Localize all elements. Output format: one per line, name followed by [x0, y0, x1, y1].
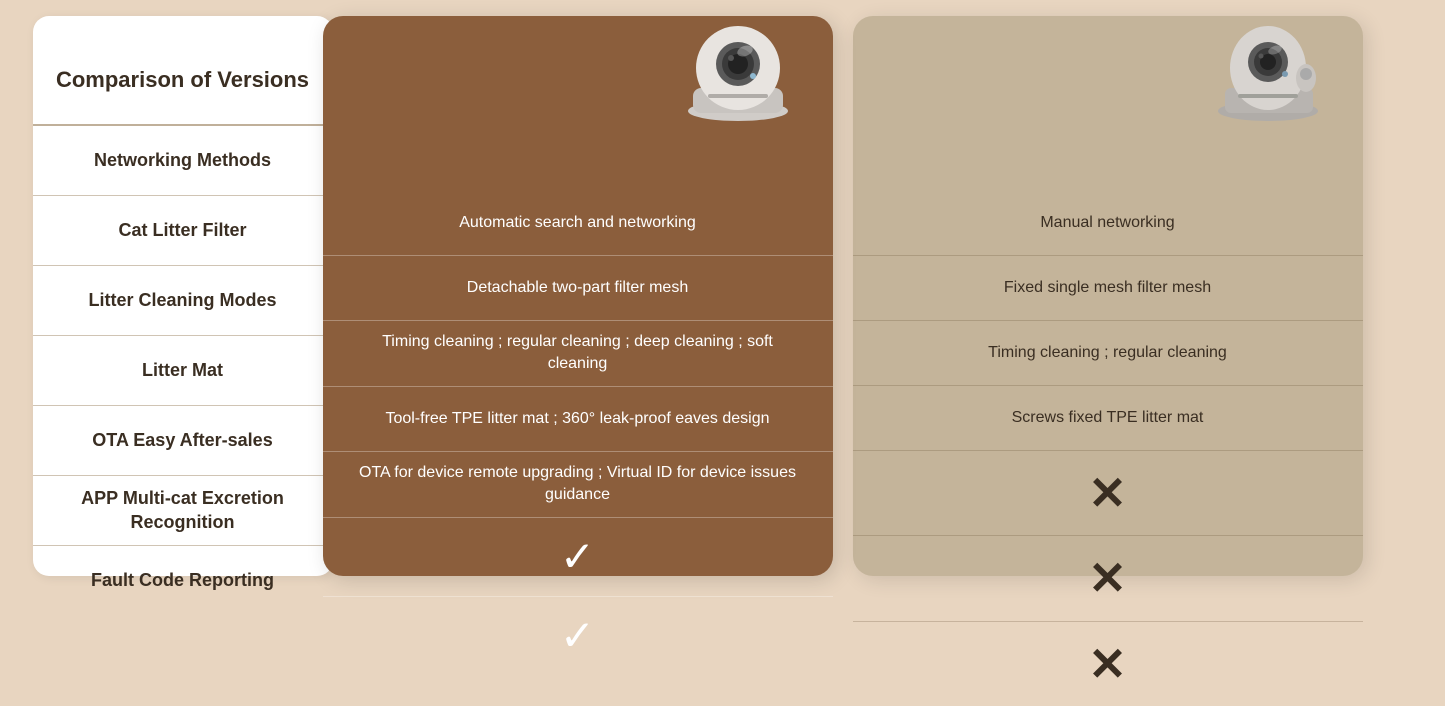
sidebar-item-4: Litter Mat: [33, 336, 333, 406]
sidebar: Comparison of VersionsNetworking Methods…: [33, 16, 333, 576]
sidebar-item-3: Litter Cleaning Modes: [33, 266, 333, 336]
tipro-row-3: Screws fixed TPE litter mat: [853, 386, 1363, 451]
tipro-row-2: Timing cleaning ; regular cleaning: [853, 321, 1363, 386]
tiplus-row-0: Automatic search and networking: [323, 191, 833, 256]
tipro-column: Manual networkingFixed single mesh filte…: [853, 16, 1363, 576]
check-icon: ✓: [560, 607, 595, 666]
tiplus-rows: Automatic search and networkingDetachabl…: [323, 191, 833, 676]
cross-icon: ✕: [1088, 461, 1127, 525]
cross-icon: ✕: [1088, 632, 1127, 696]
tiplus-row-6: ✓: [323, 597, 833, 676]
check-icon: ✓: [560, 528, 595, 587]
tiplus-header: [323, 16, 833, 191]
tiplus-column: Automatic search and networkingDetachabl…: [323, 16, 833, 576]
cross-icon: ✕: [1088, 546, 1127, 610]
sidebar-title: Comparison of Versions: [33, 36, 333, 126]
comparison-table: Comparison of VersionsNetworking Methods…: [33, 16, 1413, 576]
tipro-row-6: ✕: [853, 622, 1363, 706]
tiplus-row-4: OTA for device remote upgrading ; Virtua…: [323, 452, 833, 518]
tipro-rows: Manual networkingFixed single mesh filte…: [853, 191, 1363, 706]
tiplus-row-5: ✓: [323, 518, 833, 598]
sidebar-item-6: APP Multi-cat Excretion Recognition: [33, 476, 333, 546]
tiplus-device-image: [673, 16, 803, 126]
tiplus-row-2: Timing cleaning ; regular cleaning ; dee…: [323, 321, 833, 387]
tipro-row-1: Fixed single mesh filter mesh: [853, 256, 1363, 321]
tipro-row-0: Manual networking: [853, 191, 1363, 256]
tipro-header: [853, 16, 1363, 191]
sidebar-item-5: OTA Easy After-sales: [33, 406, 333, 476]
sidebar-item-1: Networking Methods: [33, 126, 333, 196]
tipro-device-image: [1203, 16, 1333, 126]
tipro-row-4: ✕: [853, 451, 1363, 536]
sidebar-item-2: Cat Litter Filter: [33, 196, 333, 266]
sidebar-item-7: Fault Code Reporting: [33, 546, 333, 616]
tiplus-row-3: Tool-free TPE litter mat ; 360° leak-pro…: [323, 387, 833, 452]
tipro-row-5: ✕: [853, 536, 1363, 621]
tiplus-row-1: Detachable two-part filter mesh: [323, 256, 833, 321]
